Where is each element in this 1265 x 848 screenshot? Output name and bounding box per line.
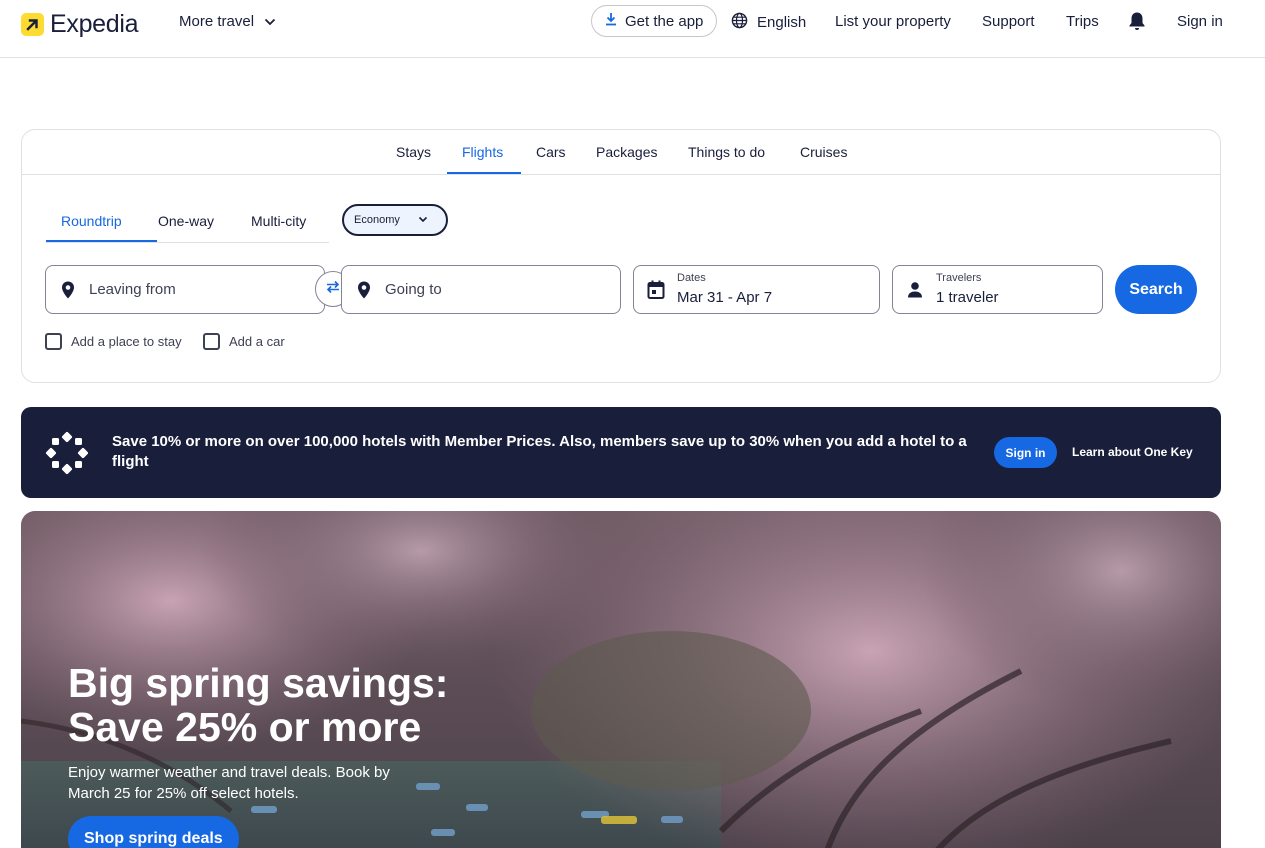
learn-about-one-key-link[interactable]: Learn about One Key [1072,445,1193,459]
leaving-from-field[interactable]: Leaving from [45,265,325,314]
location-pin-icon [355,280,373,305]
tab-stays[interactable]: Stays [396,144,431,160]
cabin-class-dropdown[interactable]: Economy [342,204,448,236]
swap-arrows-icon [325,280,341,299]
hero-title: Big spring savings: Save 25% or more [68,660,449,750]
search-form-card: Stays Flights Cars Packages Things to do… [21,129,1221,383]
tab-packages[interactable]: Packages [596,144,657,160]
checkbox-box [203,333,220,350]
tab-one-way[interactable]: One-way [158,213,214,229]
person-icon [906,280,924,305]
notifications-bell-icon[interactable] [1128,11,1146,35]
trip-type-tabs: Roundtrip One-way Multi-city [46,203,329,243]
dates-label: Dates [677,272,706,284]
active-trip-indicator [46,240,157,242]
active-tab-indicator [447,172,521,174]
travelers-label: Travelers [936,272,982,284]
trips-link[interactable]: Trips [1066,13,1099,30]
get-the-app-button[interactable]: Get the app [591,5,718,37]
more-travel-label: More travel [179,13,255,30]
dates-value: Mar 31 - Apr 7 [677,289,773,306]
shop-spring-deals-button[interactable]: Shop spring deals [68,816,239,848]
search-button[interactable]: Search [1115,265,1197,314]
member-prices-banner: Save 10% or more on over 100,000 hotels … [21,407,1221,498]
going-to-field[interactable]: Going to [341,265,621,314]
tab-multi-city[interactable]: Multi-city [251,213,306,229]
one-key-icon [45,431,89,480]
more-travel-menu[interactable]: More travel [179,13,276,30]
tab-flights[interactable]: Flights [462,144,503,160]
list-your-property-link[interactable]: List your property [835,13,951,30]
checkbox-box [45,333,62,350]
header-sign-in-link[interactable]: Sign in [1177,13,1223,30]
lob-tabs: Stays Flights Cars Packages Things to do… [22,130,1220,175]
spring-savings-hero: Big spring savings: Save 25% or more Enj… [21,511,1221,848]
dates-field[interactable]: Dates Mar 31 - Apr 7 [633,265,880,314]
tab-things-to-do[interactable]: Things to do [688,144,765,160]
leaving-from-placeholder: Leaving from [89,281,176,298]
globe-icon [731,12,748,33]
top-header: Expedia More travel Get the app English … [0,0,1265,58]
get-the-app-label: Get the app [625,12,704,30]
tab-cars[interactable]: Cars [536,144,566,160]
travelers-value: 1 traveler [936,289,999,306]
chevron-down-icon [418,214,428,226]
brand-name: Expedia [50,10,139,38]
going-to-placeholder: Going to [385,281,442,298]
tab-roundtrip[interactable]: Roundtrip [61,213,122,229]
travelers-field[interactable]: Travelers 1 traveler [892,265,1103,314]
add-place-to-stay-label: Add a place to stay [71,334,182,349]
download-icon [605,12,617,30]
add-car-checkbox[interactable]: Add a car [203,333,285,350]
location-pin-icon [59,280,77,305]
add-car-label: Add a car [229,334,285,349]
language-label: English [757,14,807,31]
expedia-arrow-icon [21,13,44,36]
language-selector[interactable]: English [731,12,806,33]
expedia-logo[interactable]: Expedia [21,10,139,39]
hero-subtitle: Enjoy warmer weather and travel deals. B… [68,764,390,802]
support-link[interactable]: Support [982,13,1035,30]
banner-message: Save 10% or more on over 100,000 hotels … [112,433,967,470]
add-place-to-stay-checkbox[interactable]: Add a place to stay [45,333,182,350]
chevron-down-icon [264,13,276,30]
calendar-icon [647,280,665,305]
tab-cruises[interactable]: Cruises [800,144,847,160]
cabin-class-value: Economy [354,214,400,226]
banner-sign-in-button[interactable]: Sign in [994,437,1057,468]
